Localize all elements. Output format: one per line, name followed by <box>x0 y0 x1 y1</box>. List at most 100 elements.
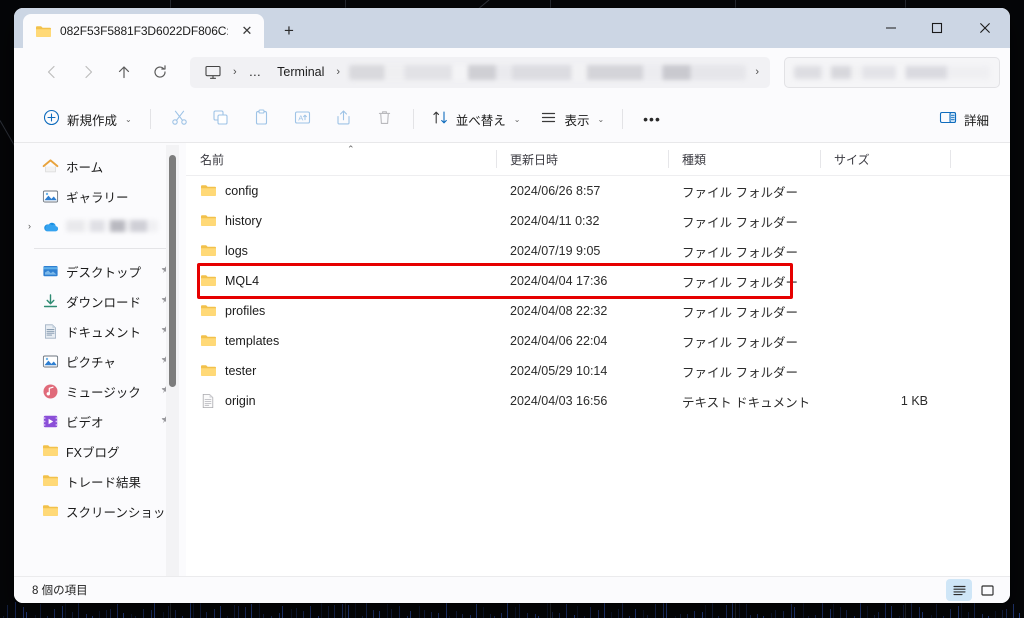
file-name-cell[interactable]: config <box>186 183 496 199</box>
chevron-right-icon[interactable]: › <box>28 221 31 231</box>
file-name-label: logs <box>225 244 248 258</box>
sort-button[interactable]: 並べ替え ⌄ <box>423 103 530 135</box>
forward-button[interactable] <box>72 56 104 88</box>
videos-icon <box>42 413 59 430</box>
column-header-size[interactable]: サイズ <box>820 143 950 175</box>
table-row[interactable]: config 2024/06/26 8:57 ファイル フォルダー <box>186 176 1010 206</box>
file-rows: config 2024/06/26 8:57 ファイル フォルダー history 20… <box>186 176 1010 576</box>
breadcrumb-overflow[interactable]: … <box>242 62 269 82</box>
column-header-spacer <box>950 143 1010 175</box>
file-name-cell[interactable]: history <box>186 213 496 229</box>
sidebar-item-ビデオ[interactable]: ビデオ <box>20 406 178 436</box>
new-button-label: 新規作成 <box>67 113 118 128</box>
sidebar-item-ギャラリー[interactable]: ギャラリー <box>20 181 178 211</box>
more-options-button[interactable]: ••• <box>632 103 672 135</box>
folder-icon <box>42 443 59 460</box>
file-name-cell[interactable]: templates <box>186 333 496 349</box>
close-button[interactable] <box>960 8 1010 48</box>
table-row[interactable]: logs 2024/07/19 9:05 ファイル フォルダー <box>186 236 1010 266</box>
delete-button[interactable] <box>365 103 404 135</box>
file-name-cell[interactable]: origin <box>186 393 496 409</box>
maximize-button[interactable] <box>914 8 960 48</box>
view-button[interactable]: 表示 ⌄ <box>531 103 613 135</box>
file-name-label: MQL4 <box>225 274 260 288</box>
file-type-cell: ファイル フォルダー <box>682 305 798 320</box>
chevron-right-icon: › <box>755 66 759 78</box>
new-button[interactable]: 新規作成 ⌄ <box>34 103 141 135</box>
file-explorer-window: 082F53F5881F3D6022DF806C: ✕ + › … Termin… <box>14 8 1010 603</box>
sidebar-item-デスクトップ[interactable]: デスクトップ <box>20 256 178 286</box>
sidebar-item-label: トレード結果 <box>66 475 142 490</box>
sidebar-item-ピクチャ[interactable]: ピクチャ <box>20 346 178 376</box>
cut-button[interactable] <box>160 103 199 135</box>
sidebar-item-ドキュメント[interactable]: ドキュメント <box>20 316 178 346</box>
file-type-cell: ファイル フォルダー <box>682 365 798 380</box>
paste-button[interactable] <box>242 103 281 135</box>
status-bar: 8 個の項目 <box>14 576 1010 603</box>
sidebar-item-ダウンロード[interactable]: ダウンロード <box>20 286 178 316</box>
music-icon <box>42 383 59 400</box>
up-button[interactable] <box>108 56 140 88</box>
sidebar-item-fxブログ[interactable]: FXブログ <box>20 436 178 466</box>
refresh-button[interactable] <box>144 56 176 88</box>
documents-icon <box>42 323 59 340</box>
file-name-label: history <box>225 214 262 228</box>
share-button[interactable] <box>324 103 363 135</box>
folder-icon <box>200 303 216 319</box>
column-header-name[interactable]: 名前 ⌃ <box>186 143 496 175</box>
text-file-icon <box>200 393 216 409</box>
home-icon <box>42 158 59 175</box>
rename-button[interactable]: A <box>283 103 322 135</box>
large-icons-view-icon[interactable] <box>974 579 1000 601</box>
file-name-cell[interactable]: MQL4 <box>186 273 496 289</box>
list-icon <box>540 109 557 129</box>
copy-button[interactable] <box>201 103 240 135</box>
back-button[interactable] <box>36 56 68 88</box>
sidebar-item-label: FXブログ <box>66 445 120 460</box>
this-pc-icon[interactable] <box>198 62 228 83</box>
file-name-cell[interactable]: logs <box>186 243 496 259</box>
search-input[interactable] <box>784 56 1000 88</box>
table-row[interactable]: profiles 2024/04/08 22:32 ファイル フォルダー <box>186 296 1010 326</box>
breadcrumb-blurred-folder[interactable] <box>349 64 747 80</box>
file-date-cell: 2024/07/19 9:05 <box>510 244 601 258</box>
table-row[interactable]: history 2024/04/11 0:32 ファイル フォルダー <box>186 206 1010 236</box>
table-row[interactable]: MQL4 2024/04/04 17:36 ファイル フォルダー <box>186 266 1010 296</box>
sort-ascending-icon: ⌃ <box>347 144 355 154</box>
sidebar-item-トレード結果[interactable]: トレード結果 <box>20 466 178 496</box>
sort-button-label: 並べ替え <box>455 113 506 128</box>
file-name-cell[interactable]: tester <box>186 363 496 379</box>
chevron-down-icon: ⌄ <box>597 114 605 124</box>
window-controls <box>868 8 1010 48</box>
title-bar: 082F53F5881F3D6022DF806C: ✕ + <box>14 8 1010 48</box>
file-date-cell: 2024/05/29 10:14 <box>510 364 608 378</box>
details-view-icon[interactable] <box>946 579 972 601</box>
pictures-icon <box>42 353 59 370</box>
file-date-cell: 2024/04/06 22:04 <box>510 334 608 348</box>
sidebar-scrollbar-thumb[interactable] <box>169 155 176 387</box>
column-header-type[interactable]: 種類 <box>668 143 820 175</box>
file-name-cell[interactable]: profiles <box>186 303 496 319</box>
breadcrumb[interactable]: › … Terminal › › <box>190 56 770 88</box>
new-tab-button[interactable]: + <box>274 16 304 46</box>
folder-icon <box>35 24 52 39</box>
sidebar-item-スクリーンショット[interactable]: スクリーンショット <box>20 496 178 526</box>
sidebar-item-ミュージック[interactable]: ミュージック <box>20 376 178 406</box>
browser-tab[interactable]: 082F53F5881F3D6022DF806C: ✕ <box>23 14 264 48</box>
sidebar-item-ホーム[interactable]: ホーム <box>20 151 178 181</box>
sidebar-item-onedrive[interactable]: › <box>20 211 178 241</box>
details-pane-button[interactable]: 詳細 <box>930 103 998 135</box>
close-icon[interactable]: ✕ <box>236 20 258 42</box>
column-header-date[interactable]: 更新日時 <box>496 143 668 175</box>
breadcrumb-terminal[interactable]: Terminal <box>270 62 331 82</box>
table-row[interactable]: origin 2024/04/03 16:56 テキスト ドキュメント 1 KB <box>186 386 1010 416</box>
table-row[interactable]: templates 2024/04/06 22:04 ファイル フォルダー <box>186 326 1010 356</box>
navigation-pane: ホーム ギャラリー › デスクトップダウンロード ドキュメント ピクチャ ミュージック ビデオ… <box>14 143 186 576</box>
folder-icon <box>200 273 216 289</box>
table-row[interactable]: tester 2024/05/29 10:14 ファイル フォルダー <box>186 356 1010 386</box>
file-name-label: config <box>225 184 259 198</box>
minimize-button[interactable] <box>868 8 914 48</box>
command-toolbar: 新規作成 ⌄ A 並べ替え ⌄ 表示 ⌄ ••• 詳細 <box>14 96 1010 143</box>
sidebar-item-label: デスクトップ <box>66 265 142 280</box>
file-size-cell: 1 KB <box>900 394 928 408</box>
